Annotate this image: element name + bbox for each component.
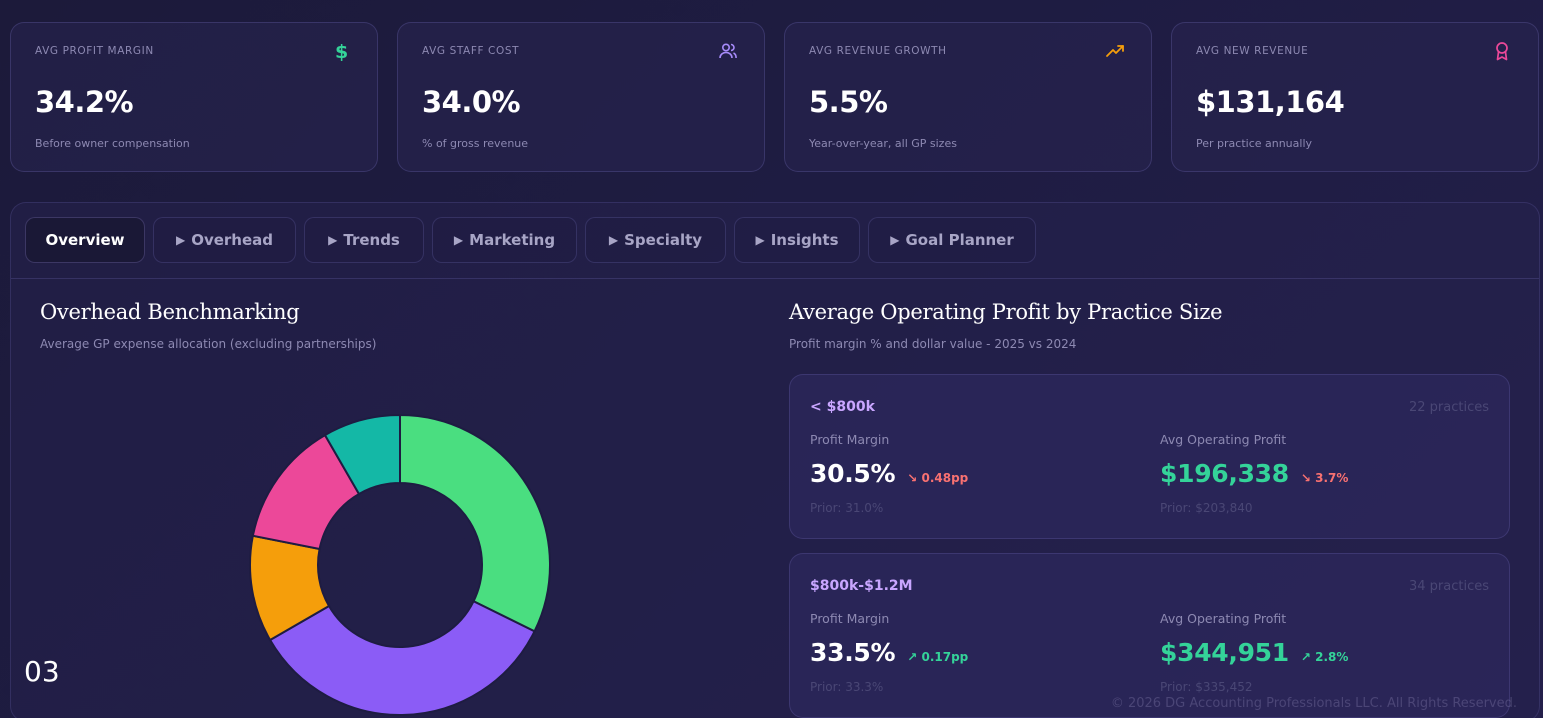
margin-row: 30.5% ↘ 0.48pp [810,459,968,488]
profit-prior: Prior: $203,840 [1160,501,1253,515]
profit-margin-value: 33.5% [810,638,896,667]
practice-size-card: $800k-$1.2M 34 practices Profit Margin A… [789,553,1510,718]
kpi-card-profit-margin: AVG PROFIT MARGIN $ 34.2% Before owner c… [10,22,378,172]
tab-label: Goal Planner [905,231,1014,249]
tab-label: Overhead [191,231,274,249]
tab-trends[interactable]: ▶ Trends [304,217,424,263]
profit-row: $344,951 ↗ 2.8% [1160,638,1348,667]
kpi-label: AVG REVENUE GROWTH [809,45,947,57]
practice-size-name: $800k-$1.2M [810,578,913,594]
kpi-label: AVG STAFF COST [422,45,520,57]
profit-delta-up: ↗ 2.8% [1300,650,1349,664]
operating-profit-value: $196,338 [1160,459,1289,488]
donut-slice-1[interactable] [268,599,536,716]
kpi-card-staff-cost: AVG STAFF COST 34.0% % of gross revenue [397,22,765,172]
practice-size-card: < $800k 22 practices Profit Margin Avg O… [789,374,1510,539]
tab-label: Marketing [469,231,556,249]
profit-margin-label: Profit Margin [810,611,890,626]
operating-profit-subtitle: Profit margin % and dollar value - 2025 … [789,337,1077,351]
margin-row: 33.5% ↗ 0.17pp [810,638,968,667]
operating-profit-title: Average Operating Profit by Practice Siz… [789,300,1223,324]
margin-prior: Prior: 33.3% [810,680,884,694]
margin-delta-up: ↗ 0.17pp [907,650,969,664]
kpi-card-revenue-growth: AVG REVENUE GROWTH 5.5% Year-over-year, … [784,22,1152,172]
profit-margin-label: Profit Margin [810,432,890,447]
profit-prior: Prior: $335,452 [1160,680,1253,694]
avg-operating-profit-label: Avg Operating Profit [1160,432,1287,447]
tab-marketing[interactable]: ▶ Marketing [432,217,577,263]
trending-up-icon [1105,41,1125,61]
avg-operating-profit-label: Avg Operating Profit [1160,611,1287,626]
overhead-donut-chart [249,413,551,716]
practice-count: 22 practices [1408,400,1489,415]
copyright-notice: © 2026 DG Accounting Professionals LLC. … [1110,696,1517,711]
play-icon: ▶ [755,233,765,247]
profit-row: $196,338 ↘ 3.7% [1160,459,1348,488]
tab-label: Specialty [624,231,703,249]
practice-size-name: < $800k [810,399,875,415]
play-icon: ▶ [890,233,900,247]
kpi-value: 34.2% [35,85,134,119]
page-number: 03 [24,655,60,688]
tab-overhead[interactable]: ▶ Overhead [153,217,296,263]
play-icon: ▶ [328,233,338,247]
kpi-value: 5.5% [809,85,888,119]
tab-overview[interactable]: Overview [25,217,145,263]
kpi-sub: % of gross revenue [422,137,529,150]
profit-margin-value: 30.5% [810,459,896,488]
margin-delta-down: ↘ 0.48pp [907,471,969,485]
margin-prior: Prior: 31.0% [810,501,884,515]
overhead-subtitle: Average GP expense allocation (excluding… [40,337,377,351]
kpi-value: 34.0% [422,85,521,119]
operating-profit-value: $344,951 [1160,638,1289,667]
dollar-icon: $ [331,41,351,63]
kpi-card-new-revenue: AVG NEW REVENUE $131,164 Per practice an… [1171,22,1539,172]
tab-insights[interactable]: ▶ Insights [734,217,860,263]
kpi-value: $131,164 [1196,85,1345,119]
play-icon: ▶ [175,233,186,247]
play-icon: ▶ [608,233,619,247]
kpi-row: AVG PROFIT MARGIN $ 34.2% Before owner c… [10,22,1539,174]
kpi-label: AVG PROFIT MARGIN [35,45,154,57]
award-icon [1492,41,1512,61]
svg-text:$: $ [335,41,348,61]
kpi-label: AVG NEW REVENUE [1196,45,1309,57]
kpi-sub: Year-over-year, all GP sizes [809,137,957,150]
play-icon: ▶ [453,233,464,247]
tab-label: Trends [343,231,400,249]
practice-count: 34 practices [1408,579,1489,594]
kpi-sub: Per practice annually [1196,137,1313,150]
tab-specialty[interactable]: ▶ Specialty [585,217,726,263]
tab-goal-planner[interactable]: ▶ Goal Planner [868,217,1036,263]
tab-bar: Overview ▶ Overhead ▶ Trends ▶ Marketing… [11,203,1539,279]
overhead-title: Overhead Benchmarking [40,300,300,324]
tab-label: Insights [770,231,839,249]
kpi-sub: Before owner compensation [35,137,190,150]
donut-slice-0[interactable] [399,413,551,633]
profit-delta-down: ↘ 3.7% [1300,471,1349,485]
users-icon [718,41,738,61]
tab-label: Overview [45,231,125,249]
